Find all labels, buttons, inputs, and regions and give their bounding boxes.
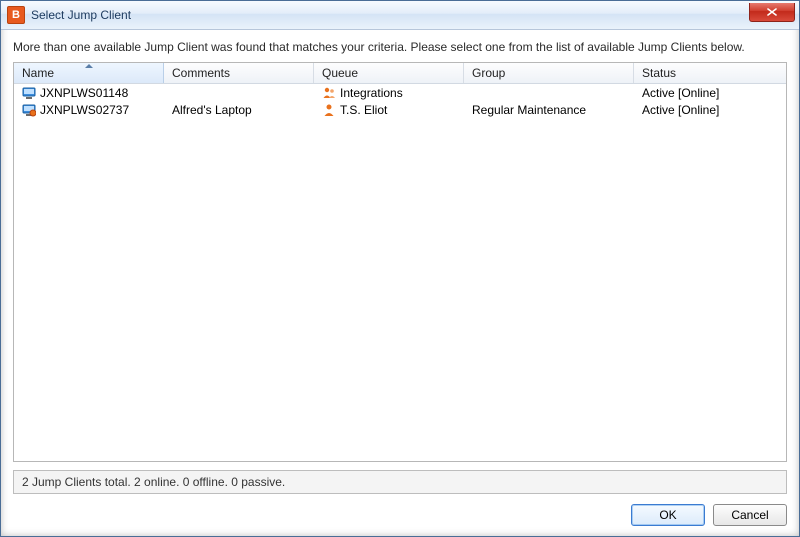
cell-status-text: Active [Online]: [642, 103, 719, 117]
status-bar-text: 2 Jump Clients total. 2 online. 0 offlin…: [22, 475, 285, 489]
jump-client-table: Name Comments Queue Group Status: [13, 62, 787, 462]
table-body: JXNPLWS01148: [14, 84, 786, 461]
cell-name: JXNPLWS01148: [14, 86, 164, 100]
close-icon: [767, 8, 777, 16]
column-header-group[interactable]: Group: [464, 63, 634, 83]
button-row: OK Cancel: [13, 504, 787, 526]
instruction-text: More than one available Jump Client was …: [13, 40, 787, 54]
person-icon: [322, 103, 336, 117]
title-bar: B Select Jump Client: [1, 1, 799, 30]
cell-status: Active [Online]: [634, 86, 786, 100]
column-header-name-label: Name: [22, 66, 54, 80]
cell-queue: Integrations: [314, 86, 464, 100]
column-header-group-label: Group: [472, 66, 505, 80]
cell-queue: T.S. Eliot: [314, 103, 464, 117]
table-row[interactable]: JXNPLWS02737 Alfred's Laptop T.S. Eliot: [14, 101, 786, 118]
cell-name-text: JXNPLWS01148: [40, 86, 128, 100]
cell-name-text: JXNPLWS02737: [40, 103, 129, 117]
sort-ascending-icon: [85, 64, 93, 68]
app-icon: B: [7, 6, 25, 24]
close-button[interactable]: [749, 3, 795, 22]
cell-group: Regular Maintenance: [464, 103, 634, 117]
cell-status: Active [Online]: [634, 103, 786, 117]
ok-button[interactable]: OK: [631, 504, 705, 526]
column-header-queue[interactable]: Queue: [314, 63, 464, 83]
column-header-comments[interactable]: Comments: [164, 63, 314, 83]
monitor-badge-icon: [22, 103, 36, 117]
people-icon: [322, 86, 336, 100]
cell-queue-text: Integrations: [340, 86, 403, 100]
monitor-icon: [22, 86, 36, 100]
column-header-name[interactable]: Name: [14, 63, 164, 83]
cell-comments-text: Alfred's Laptop: [172, 103, 252, 117]
cancel-button[interactable]: Cancel: [713, 504, 787, 526]
cell-comments: Alfred's Laptop: [164, 103, 314, 117]
column-header-comments-label: Comments: [172, 66, 230, 80]
cell-queue-text: T.S. Eliot: [340, 103, 387, 117]
column-header-queue-label: Queue: [322, 66, 358, 80]
status-bar: 2 Jump Clients total. 2 online. 0 offlin…: [13, 470, 787, 494]
dialog-window: B Select Jump Client More than one avail…: [0, 0, 800, 537]
table-header: Name Comments Queue Group Status: [14, 63, 786, 84]
dialog-content: More than one available Jump Client was …: [1, 30, 799, 536]
column-header-status[interactable]: Status: [634, 63, 786, 83]
cell-group-text: Regular Maintenance: [472, 103, 586, 117]
app-icon-letter: B: [12, 10, 20, 21]
cell-status-text: Active [Online]: [642, 86, 719, 100]
window-title: Select Jump Client: [31, 8, 131, 22]
cell-name: JXNPLWS02737: [14, 103, 164, 117]
column-header-status-label: Status: [642, 66, 676, 80]
table-row[interactable]: JXNPLWS01148: [14, 84, 786, 101]
